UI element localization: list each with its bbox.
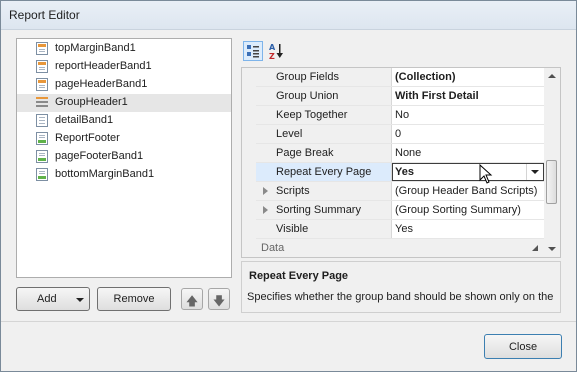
alphabetical-sort-button[interactable]: A Z bbox=[267, 41, 287, 61]
add-button-label: Add bbox=[37, 293, 57, 305]
category-label: Data bbox=[261, 242, 285, 254]
tree-item-bottom-margin-band[interactable]: bottomMarginBand1 bbox=[17, 166, 231, 184]
report-header-band-icon bbox=[36, 60, 48, 73]
property-name: Group Fields bbox=[276, 71, 339, 83]
category-row-data[interactable]: Data bbox=[242, 239, 544, 257]
expand-arrow-icon[interactable] bbox=[263, 187, 268, 195]
categorized-view-button[interactable] bbox=[243, 41, 263, 61]
property-name: Keep Together bbox=[276, 109, 348, 121]
vertical-scrollbar[interactable] bbox=[544, 68, 560, 257]
property-value: None bbox=[395, 147, 422, 159]
property-row-sorting-summary[interactable]: Sorting Summary (Group Sorting Summary) bbox=[256, 201, 544, 220]
property-grid[interactable]: Group Fields (Collection) Group Union Wi… bbox=[241, 67, 561, 258]
window-title: Report Editor bbox=[9, 8, 80, 22]
property-name: Page Break bbox=[276, 147, 334, 159]
tree-item-page-header-band[interactable]: pageHeaderBand1 bbox=[17, 76, 231, 94]
property-row-page-break[interactable]: Page Break None bbox=[256, 144, 544, 163]
footer-divider bbox=[1, 321, 576, 322]
svg-text:A: A bbox=[269, 43, 276, 52]
tree-item-label: pageFooterBand1 bbox=[55, 150, 144, 162]
description-panel: Repeat Every Page Specifies whether the … bbox=[241, 261, 561, 313]
add-button[interactable]: Add bbox=[16, 287, 90, 311]
property-row-repeat-every-page[interactable]: Repeat Every Page Yes bbox=[256, 163, 544, 182]
property-value: 0 bbox=[395, 128, 402, 140]
property-value: (Collection) bbox=[395, 71, 456, 83]
report-footer-band-icon bbox=[36, 132, 48, 145]
description-text: Specifies whether the group band should … bbox=[247, 291, 554, 303]
categorized-view-icon bbox=[247, 45, 259, 58]
property-grid-toolbar: A Z bbox=[241, 38, 559, 64]
grid-margin bbox=[242, 68, 256, 257]
close-button[interactable]: Close bbox=[484, 334, 562, 359]
tree-item-label: detailBand1 bbox=[55, 114, 114, 126]
report-editor-window: Report Editor topMarginBand1 reportHeade… bbox=[0, 0, 577, 372]
top-margin-band-icon bbox=[36, 42, 48, 55]
tree-item-detail-band[interactable]: detailBand1 bbox=[17, 112, 231, 130]
property-row-keep-together[interactable]: Keep Together No bbox=[256, 106, 544, 125]
remove-button-label: Remove bbox=[113, 293, 155, 305]
dropdown-arrow-icon bbox=[76, 298, 84, 302]
property-value: No bbox=[395, 109, 410, 121]
band-tree[interactable]: topMarginBand1 reportHeaderBand1 pageHea… bbox=[16, 38, 232, 278]
description-title: Repeat Every Page bbox=[249, 270, 349, 282]
mouse-cursor-icon bbox=[479, 164, 493, 184]
property-row-group-union[interactable]: Group Union With First Detail bbox=[256, 87, 544, 106]
arrow-up-icon: 🡅 bbox=[185, 294, 199, 308]
property-row-level[interactable]: Level 0 bbox=[256, 125, 544, 144]
tree-item-report-header-band[interactable]: reportHeaderBand1 bbox=[17, 58, 231, 76]
tree-item-label: bottomMarginBand1 bbox=[55, 168, 155, 180]
move-up-button[interactable]: 🡅 bbox=[181, 288, 203, 310]
property-name: Group Union bbox=[276, 90, 339, 102]
bottom-margin-band-icon bbox=[36, 168, 48, 181]
collapse-corner-icon bbox=[532, 245, 538, 251]
page-header-band-icon bbox=[36, 78, 48, 91]
tree-item-label: reportHeaderBand1 bbox=[55, 60, 152, 72]
property-name: Repeat Every Page bbox=[276, 166, 372, 178]
detail-band-icon bbox=[36, 114, 48, 127]
scroll-down-arrow-icon[interactable] bbox=[548, 247, 556, 251]
tree-item-label: topMarginBand1 bbox=[55, 42, 136, 54]
tree-item-report-footer[interactable]: ReportFooter bbox=[17, 130, 231, 148]
scrollbar-thumb[interactable] bbox=[546, 160, 557, 204]
move-down-button[interactable]: 🡇 bbox=[208, 288, 230, 310]
repeat-every-page-dropdown[interactable]: Yes bbox=[392, 163, 544, 181]
close-button-label: Close bbox=[508, 341, 538, 353]
chevron-down-icon bbox=[531, 170, 539, 174]
arrow-down-icon: 🡇 bbox=[212, 294, 226, 308]
tree-item-top-margin-band[interactable]: topMarginBand1 bbox=[17, 40, 231, 58]
property-row-visible[interactable]: Visible Yes bbox=[256, 220, 544, 239]
tree-item-group-header[interactable]: GroupHeader1 bbox=[17, 94, 231, 112]
alphabetical-sort-icon: A Z bbox=[269, 43, 283, 60]
tree-item-page-footer-band[interactable]: pageFooterBand1 bbox=[17, 148, 231, 166]
expand-arrow-icon[interactable] bbox=[263, 206, 268, 214]
title-bar[interactable]: Report Editor bbox=[1, 1, 576, 30]
tree-item-label: GroupHeader1 bbox=[55, 96, 128, 108]
property-row-group-fields[interactable]: Group Fields (Collection) bbox=[256, 68, 544, 87]
tree-item-label: pageHeaderBand1 bbox=[55, 78, 148, 90]
property-name: Sorting Summary bbox=[276, 204, 361, 216]
property-name: Scripts bbox=[276, 185, 310, 197]
remove-button[interactable]: Remove bbox=[97, 287, 171, 311]
property-name: Visible bbox=[276, 223, 309, 235]
property-value: Yes bbox=[395, 223, 413, 235]
scroll-up-arrow-icon[interactable] bbox=[548, 74, 556, 78]
property-value: (Group Header Band Scripts) bbox=[395, 185, 538, 197]
dropdown-button[interactable] bbox=[526, 164, 543, 180]
dropdown-value: Yes bbox=[395, 166, 414, 178]
property-row-scripts[interactable]: Scripts (Group Header Band Scripts) bbox=[256, 182, 544, 201]
tree-item-label: ReportFooter bbox=[55, 132, 120, 144]
property-value: With First Detail bbox=[395, 90, 479, 102]
svg-text:Z: Z bbox=[269, 52, 275, 60]
property-name: Level bbox=[276, 128, 303, 140]
property-value: (Group Sorting Summary) bbox=[395, 204, 521, 216]
group-header-band-icon bbox=[36, 96, 48, 109]
page-footer-band-icon bbox=[36, 150, 48, 163]
